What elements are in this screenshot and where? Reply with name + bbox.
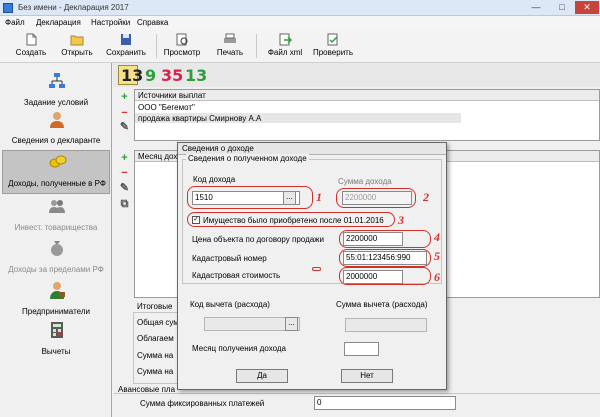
menu-settings[interactable]: Настройки	[91, 18, 130, 27]
income-sum-label: Сумма дохода	[338, 177, 392, 186]
annotation-number: 1	[316, 190, 322, 204]
annotation-number: 4	[434, 230, 440, 244]
cadastral-value-input[interactable]: 2000000	[343, 270, 403, 284]
income-dialog: Сведения о доходе Сведения о полученном …	[177, 142, 447, 390]
income-code-label: Код дохода	[193, 175, 236, 184]
check-document-icon	[327, 33, 338, 46]
preview-icon	[176, 33, 188, 46]
payer-row[interactable]: продажа квартиры Смирнову А.А	[138, 114, 261, 123]
title-bar: Без имени - Декларация 2017 — □ ✕	[0, 0, 600, 16]
cadastral-value-label: Кадастровая стоимость	[192, 271, 281, 280]
open-button[interactable]: Открыть	[56, 33, 98, 61]
rate-tab-35[interactable]: 35	[161, 66, 183, 85]
remove-income-icon[interactable]: −	[119, 168, 130, 179]
menu-bar: Файл Декларация Настройки Справка	[0, 16, 600, 30]
file-xml-button[interactable]: Файл xml	[263, 33, 307, 61]
payers-table: Источники выплат ООО "Бегемот" продажа к…	[134, 89, 600, 141]
income-code-picker-button[interactable]: ...	[283, 191, 296, 205]
minimize-button[interactable]: —	[524, 1, 548, 14]
fixed-payments-input[interactable]: 0	[314, 396, 456, 410]
print-button[interactable]: Печать	[210, 33, 250, 61]
new-document-icon	[26, 33, 37, 46]
deduction-sum-label: Сумма вычета (расхода)	[336, 300, 428, 309]
contract-price-label: Цена объекта по договору продажи	[192, 235, 325, 244]
add-income-icon[interactable]: +	[119, 153, 130, 164]
sidebar-item-foreign-income[interactable]: Доходы за пределами РФ	[2, 237, 110, 281]
month-input[interactable]	[344, 342, 379, 356]
acquired-after-checkbox[interactable]: ✓	[192, 216, 200, 224]
toolbar-separator	[256, 34, 257, 58]
deduction-sum-input[interactable]	[345, 318, 427, 332]
remove-payer-icon[interactable]: −	[119, 108, 130, 119]
yes-button[interactable]: Да	[236, 369, 288, 383]
check-button[interactable]: Проверить	[309, 33, 357, 61]
coins-icon	[49, 155, 67, 168]
divider	[114, 393, 600, 394]
sum-label-1: Сумма на	[137, 351, 174, 360]
rate-tab-13-nonres[interactable]: 13	[185, 66, 207, 85]
folder-icon	[70, 35, 84, 46]
create-button[interactable]: Создать	[10, 33, 52, 61]
toolbar-separator	[156, 34, 157, 58]
window-title: Без имени - Декларация 2017	[18, 3, 129, 12]
save-button[interactable]: Сохранить	[103, 33, 149, 61]
cadastral-number-input[interactable]: 55:01:123456:990	[343, 251, 427, 265]
sidebar-item-income-rf[interactable]: Доходы, полученные в РФ	[2, 150, 110, 194]
deduction-code-picker-button[interactable]: ...	[285, 317, 298, 331]
acquired-after-label: Имущество было приобретено после 01.01.2…	[203, 216, 384, 225]
deduction-code-label: Код вычета (расхода)	[190, 300, 270, 309]
sidebar-item-entrepreneurs[interactable]: Предприниматели	[2, 279, 110, 323]
investors-icon	[49, 200, 65, 213]
edit-payer-icon[interactable]: ✎	[119, 122, 130, 133]
group-title: Сведения о полученном доходе	[186, 154, 309, 163]
menu-file[interactable]: Файл	[5, 18, 25, 27]
taxable-label: Облагаем	[137, 334, 174, 343]
payers-section: + − ✎ Источники выплат ООО "Бегемот" про…	[114, 89, 600, 144]
contract-price-input[interactable]: 2200000	[343, 232, 403, 246]
rate-tab-13[interactable]: 13	[121, 66, 143, 85]
annotation-mark	[312, 267, 321, 271]
maximize-button[interactable]: □	[550, 1, 574, 14]
cadastral-number-label: Кадастровый номер	[192, 254, 267, 263]
payer-row[interactable]: ООО "Бегемот"	[138, 103, 195, 112]
printer-icon	[224, 33, 236, 43]
toolbar: Создать Открыть Сохранить Просмотр Печат…	[0, 30, 600, 63]
menu-declaration[interactable]: Декларация	[36, 18, 81, 27]
calculator-icon	[51, 322, 63, 338]
sidebar: Задание условий Сведения о декларанте До…	[0, 63, 112, 417]
sidebar-item-invest[interactable]: Инвест. товарищества	[2, 195, 110, 239]
totals-label: Итоговые	[137, 302, 173, 311]
sidebar-item-deductions[interactable]: Вычеты	[2, 319, 110, 363]
app-icon	[3, 3, 13, 13]
no-button[interactable]: Нет	[341, 369, 393, 383]
person-icon	[50, 112, 64, 128]
fixed-payments-label: Сумма фиксированных платежей	[140, 399, 265, 408]
sidebar-item-declarant[interactable]: Сведения о декларанте	[2, 108, 110, 152]
annotation-number: 3	[398, 213, 404, 227]
sum-label-2: Сумма на	[137, 367, 174, 376]
floppy-icon	[121, 34, 131, 45]
total-sum-label: Общая сум	[137, 318, 179, 327]
conditions-icon	[49, 73, 65, 88]
menu-help[interactable]: Справка	[137, 18, 168, 27]
payers-header: Источники выплат	[135, 90, 599, 101]
xml-export-icon	[279, 33, 292, 46]
moneybag-icon	[51, 241, 63, 256]
copy-income-icon[interactable]: ⧉	[119, 199, 130, 210]
preview-button[interactable]: Просмотр	[160, 33, 204, 61]
annotation-number: 6	[434, 270, 440, 284]
annotation-number: 2	[423, 190, 429, 204]
rate-tabs: 13 9 35 13	[113, 63, 600, 87]
edit-income-icon[interactable]: ✎	[119, 183, 130, 194]
annotation-number: 5	[434, 249, 440, 263]
rate-tab-9[interactable]: 9	[145, 66, 156, 85]
add-payer-icon[interactable]: +	[119, 92, 130, 103]
close-button[interactable]: ✕	[575, 1, 599, 14]
income-sum-input[interactable]: 2200000	[342, 191, 412, 205]
month-label: Месяц получения дохода	[192, 344, 286, 353]
entrepreneur-icon	[50, 282, 65, 299]
